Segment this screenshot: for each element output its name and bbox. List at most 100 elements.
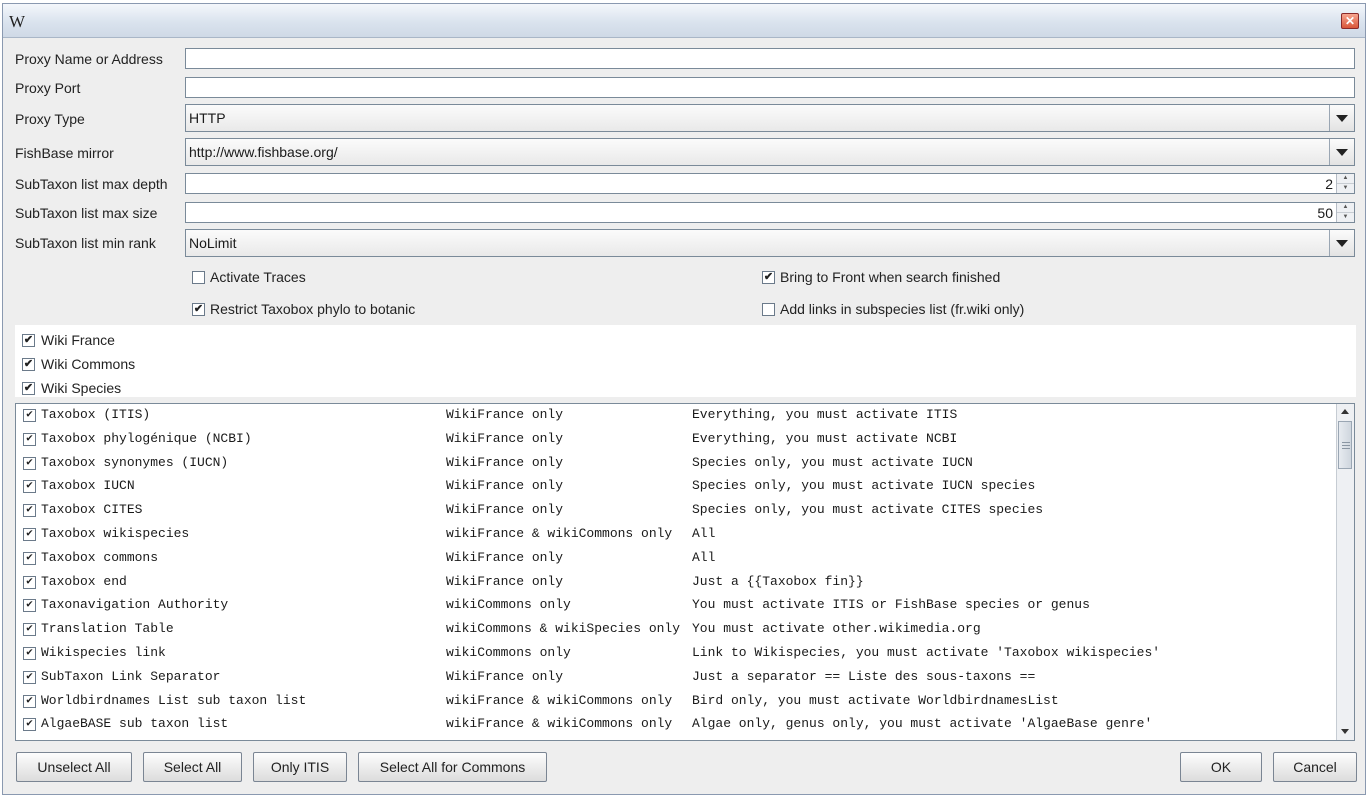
list-row[interactable]: ✔ Translation Table wikiCommons & wikiSpec… xyxy=(16,618,1336,642)
wiki-species-checkbox[interactable]: ✔ xyxy=(22,382,35,395)
cancel-button[interactable]: Cancel xyxy=(1273,752,1357,782)
list-row[interactable]: ✔ Taxobox end WikiFrance only Just a {{Taxo… xyxy=(16,571,1336,595)
row-template-name: Taxonavigation Authority xyxy=(41,597,229,613)
chevron-down-icon[interactable] xyxy=(1329,139,1354,165)
proxy-type-select[interactable]: HTTP xyxy=(185,104,1355,132)
grip-line xyxy=(1342,448,1350,449)
list-row[interactable]: ✔ Taxobox CITES WikiFrance only Species onl… xyxy=(16,499,1336,523)
row-checkbox[interactable]: ✔ xyxy=(23,409,36,422)
grip-line xyxy=(1342,442,1350,443)
list-row[interactable]: ✔ Taxonavigation Authority wikiCommons onl… xyxy=(16,594,1336,618)
row-template-name: Worldbirdnames List sub taxon list xyxy=(41,692,307,708)
row-template-name: AlgaeBASE sub taxon list xyxy=(41,716,229,732)
row-checkbox[interactable]: ✔ xyxy=(23,647,36,660)
row-checkbox[interactable]: ✔ xyxy=(23,575,36,589)
min-rank-select[interactable]: NoLimit xyxy=(185,229,1355,257)
spinner-arrows[interactable]: ▲ ▼ xyxy=(1336,174,1354,193)
proxy-port-input[interactable] xyxy=(185,77,1355,98)
wiki-species-label: Wiki Species xyxy=(41,380,122,396)
row-scope: wikiFrance & wikiCommons only xyxy=(446,526,673,541)
row-checkbox[interactable]: ✔ xyxy=(23,551,36,565)
row-checkbox[interactable]: ✔ xyxy=(23,623,36,637)
wiki-france-checkbox[interactable]: ✔ xyxy=(22,334,35,347)
wiki-selection-panel: ✔ Wiki France ✔ Wiki Commons ✔ Wiki Spec… xyxy=(15,325,1356,397)
spin-down-icon[interactable]: ▼ xyxy=(1337,183,1354,193)
ok-button[interactable]: OK xyxy=(1180,752,1262,782)
row-checkbox[interactable]: ✔ xyxy=(23,432,36,446)
select-all-commons-button[interactable]: Select All for Commons xyxy=(358,752,547,782)
spin-up-icon[interactable]: ▲ xyxy=(1337,203,1354,212)
row-scope: wikiCommons & wikiSpecies only xyxy=(446,621,681,637)
list-row[interactable]: ✔ Taxobox commons WikiFrance only All xyxy=(16,547,1336,571)
row-note: You must activate other.wikimedia.org xyxy=(692,621,981,637)
list-row[interactable]: ✔ Taxobox synonymes (IUCN) WikiFrance only… xyxy=(16,452,1336,476)
close-button[interactable]: ✕ xyxy=(1341,13,1359,29)
list-row[interactable]: ✔ AlgaeBASE sub taxon list wikiFrance & wi… xyxy=(16,713,1336,737)
row-note: All xyxy=(692,526,716,541)
grip-line xyxy=(1342,445,1350,446)
list-row[interactable]: ✔ Worldbirdnames List sub taxon list wikiF… xyxy=(16,690,1336,714)
list-row[interactable]: ✔ Taxobox IUCN WikiFrance only Species only… xyxy=(16,475,1336,499)
row-note: Species only, you must activate IUCN spe… xyxy=(692,478,1036,494)
row-note: All xyxy=(692,549,716,565)
activate-traces-checkbox[interactable] xyxy=(192,271,205,284)
list-row[interactable]: ✔ Taxobox wikispecies wikiFrance & wikiCom… xyxy=(16,523,1336,547)
row-template-name: Taxobox wikispecies xyxy=(41,526,190,541)
row-checkbox[interactable]: ✔ xyxy=(23,718,36,732)
vertical-scrollbar[interactable] xyxy=(1336,404,1354,740)
row-note: Just a {{Taxobox fin}} xyxy=(692,573,864,589)
list-row[interactable]: ✔ SubTaxon Link Separator WikiFrance only J… xyxy=(16,666,1336,690)
row-checkbox[interactable]: ✔ xyxy=(23,528,36,541)
row-checkbox[interactable]: ✔ xyxy=(23,599,36,613)
bring-front-checkbox[interactable]: ✔ xyxy=(762,271,775,284)
row-checkbox[interactable]: ✔ xyxy=(23,694,36,708)
row-scope: wikiFrance & wikiCommons only xyxy=(446,692,673,708)
row-template-name: Taxobox end xyxy=(41,573,127,589)
fishbase-mirror-select[interactable]: http://www.fishbase.org/ xyxy=(185,138,1355,166)
wiki-commons-label: Wiki Commons xyxy=(41,356,136,372)
list-row[interactable]: ✔ Wikispecies link wikiCommons only Link to… xyxy=(16,642,1336,666)
row-checkbox[interactable]: ✔ xyxy=(23,456,36,470)
row-checkbox[interactable]: ✔ xyxy=(23,504,36,518)
spin-up-icon[interactable]: ▲ xyxy=(1337,174,1354,183)
scroll-down-icon[interactable] xyxy=(1337,724,1354,740)
restrict-taxobox-checkbox[interactable]: ✔ xyxy=(192,303,205,316)
max-depth-spinner[interactable]: 2 ▲ ▼ xyxy=(185,173,1355,194)
row-scope: WikiFrance only xyxy=(446,668,564,684)
chevron-down-icon[interactable] xyxy=(1329,105,1354,131)
fishbase-mirror-value: http://www.fishbase.org/ xyxy=(189,144,338,160)
proxy-name-input[interactable] xyxy=(185,48,1355,69)
unselect-all-button[interactable]: Unselect All xyxy=(16,752,132,782)
row-scope: WikiFrance only xyxy=(446,502,564,518)
row-template-name: Wikispecies link xyxy=(41,645,166,660)
list-row[interactable]: ✔ Taxobox phylogénique (NCBI) WikiFrance o… xyxy=(16,428,1336,452)
row-template-name: Taxobox CITES xyxy=(41,502,143,518)
scroll-up-icon[interactable] xyxy=(1337,404,1354,420)
max-depth-value: 2 xyxy=(1325,176,1333,192)
select-all-button[interactable]: Select All xyxy=(143,752,242,782)
list-row[interactable]: ✔ Taxobox (ITIS) WikiFrance only Everything… xyxy=(16,404,1336,428)
proxy-type-value: HTTP xyxy=(189,110,226,126)
chevron-down-icon[interactable] xyxy=(1329,230,1354,256)
row-template-name: Taxobox commons xyxy=(41,549,159,565)
row-checkbox[interactable]: ✔ xyxy=(23,480,36,494)
max-depth-label: SubTaxon list max depth xyxy=(15,176,168,192)
spin-down-icon[interactable]: ▼ xyxy=(1337,212,1354,222)
add-links-label: Add links in subspecies list (fr.wiki on… xyxy=(780,301,1025,317)
row-template-name: Taxobox phylogénique (NCBI) xyxy=(41,430,252,446)
wiki-commons-checkbox[interactable]: ✔ xyxy=(22,358,35,371)
row-scope: WikiFrance only xyxy=(446,430,564,446)
max-size-spinner[interactable]: 50 ▲ ▼ xyxy=(185,202,1355,223)
template-list[interactable]: ✔ Taxobox (ITIS) WikiFrance only Everything… xyxy=(15,403,1355,741)
title-bar[interactable]: W ✕ xyxy=(3,4,1365,38)
spinner-arrows[interactable]: ▲ ▼ xyxy=(1336,203,1354,222)
proxy-port-label: Proxy Port xyxy=(15,80,81,96)
row-note: Link to Wikispecies, you must activate '… xyxy=(692,645,1161,660)
max-size-value: 50 xyxy=(1317,205,1333,221)
add-links-checkbox[interactable] xyxy=(762,303,775,316)
row-checkbox[interactable]: ✔ xyxy=(23,670,36,684)
bring-front-label: Bring to Front when search finished xyxy=(780,269,1001,285)
max-size-label: SubTaxon list max size xyxy=(15,205,158,221)
scroll-thumb[interactable] xyxy=(1338,421,1352,469)
only-itis-button[interactable]: Only ITIS xyxy=(253,752,347,782)
